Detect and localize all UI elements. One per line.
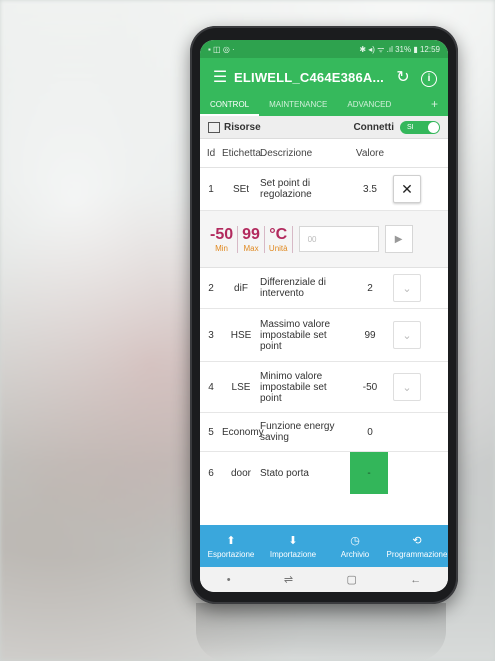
sync-icon: ⟲ xyxy=(412,534,422,547)
tab-maintenance[interactable]: MAINTENANCE xyxy=(259,100,337,116)
setpoint-input[interactable]: 00 xyxy=(298,226,379,252)
row-label: door xyxy=(230,467,251,479)
row-id: 5 xyxy=(208,426,214,438)
bottom-navigation: ⬆ Esportazione ⬇ Importazione ◷ Archivio… xyxy=(200,525,448,567)
book-icon xyxy=(208,121,220,133)
clock-icon: ◷ xyxy=(350,534,360,547)
row-action: ✕ xyxy=(390,175,424,203)
export-icon: ⬆ xyxy=(226,534,236,547)
nav-import[interactable]: ⬇ Importazione xyxy=(262,525,324,567)
nav-programming-label: Programmazione xyxy=(386,549,448,559)
table-header: Id Etichetta Descrizione Valore xyxy=(200,139,448,168)
refresh-icon[interactable]: ↻ xyxy=(390,67,416,87)
device-title: ELIWELL_C464E386A... xyxy=(234,69,384,85)
table-row[interactable]: 3 HSE Massimo valore impostabile set poi… xyxy=(200,309,448,362)
tab-add[interactable]: + xyxy=(421,97,448,116)
row-action: ⌄ xyxy=(390,321,424,349)
home-icon[interactable]: ▢ xyxy=(347,573,357,586)
min-value: -50 xyxy=(210,225,234,243)
row-action: ⌄ xyxy=(390,274,424,302)
dot-icon[interactable]: • xyxy=(227,574,231,586)
row-id: 4 xyxy=(208,381,214,393)
table-row[interactable]: 1 SEt Set point di regolazione 3.5 ✕ xyxy=(200,168,448,211)
row-label: LSE xyxy=(231,381,251,393)
nav-import-label: Importazione xyxy=(269,549,317,559)
value-editor: -50 Min 99 Max °C Unità 00 ▶ xyxy=(200,211,448,268)
info-icon: i xyxy=(421,70,437,87)
row-value: 0 xyxy=(367,426,373,438)
row-label: diF xyxy=(234,282,248,294)
status-right-icons: ✱ ◂) ᯤ .ıl 31% ▮ 12:59 xyxy=(359,44,440,54)
tab-advanced[interactable]: ADVANCED xyxy=(337,100,401,116)
row-action: ⌄ xyxy=(390,373,424,401)
row-id: 2 xyxy=(208,282,214,294)
row-label: Economy xyxy=(222,426,264,438)
app-bar: ☰ ELIWELL_C464E386A... ↻ i xyxy=(200,58,448,96)
table-row[interactable]: 2 diF Differenziale di intervento 2 ⌄ xyxy=(200,268,448,309)
row-description: Stato porta xyxy=(260,467,309,479)
row-description: Differenziale di intervento xyxy=(260,277,326,299)
row-description: Funzione energy saving xyxy=(260,421,335,443)
chevron-down-icon[interactable]: ⌄ xyxy=(393,274,421,302)
status-left-icons: ▪ ◫ ◎ · xyxy=(208,44,235,54)
recent-apps-icon[interactable]: ⇌ xyxy=(284,573,293,586)
tab-control[interactable]: CONTROL xyxy=(200,100,260,116)
row-description: Minimo valore impostabile set point xyxy=(260,370,327,404)
phone-reflection xyxy=(196,603,446,661)
header-description: Descrizione xyxy=(260,147,313,159)
phone-frame: ▪ ◫ ◎ · ✱ ◂) ᯤ .ıl 31% ▮ 12:59 ☰ ELIWELL… xyxy=(190,26,458,604)
row-description: Set point di regolazione xyxy=(260,178,312,200)
table-row[interactable]: 6 door Stato porta - xyxy=(200,452,448,494)
row-value: 3.5 xyxy=(363,183,377,195)
send-icon[interactable]: ▶ xyxy=(384,225,413,253)
row-id: 6 xyxy=(208,467,214,479)
system-navigation: • ⇌ ▢ ← xyxy=(200,567,448,592)
unit-value: °C xyxy=(269,225,288,243)
connect-toggle[interactable]: SI xyxy=(400,120,440,134)
row-value: 2 xyxy=(367,282,373,294)
max-limit: 99 Max xyxy=(238,225,265,253)
door-status-value: - xyxy=(350,452,388,494)
header-id: Id xyxy=(206,147,216,159)
table-row[interactable]: 5 Economy Funzione energy saving 0 xyxy=(200,413,448,452)
min-label: Min xyxy=(215,243,228,253)
row-value: 99 xyxy=(364,329,376,341)
nav-export[interactable]: ⬆ Esportazione xyxy=(200,525,262,567)
connect-label: Connetti xyxy=(353,121,394,133)
max-label: Max xyxy=(243,243,259,253)
app-screen: ▪ ◫ ◎ · ✱ ◂) ᯤ .ıl 31% ▮ 12:59 ☰ ELIWELL… xyxy=(200,40,448,592)
nav-archive[interactable]: ◷ Archivio xyxy=(324,525,386,567)
unit-info: °C Unità xyxy=(265,225,293,253)
info-button[interactable]: i xyxy=(416,68,442,87)
row-description: Massimo valore impostabile set point xyxy=(260,318,331,352)
close-icon[interactable]: ✕ xyxy=(393,175,421,203)
nav-programming[interactable]: ⟲ Programmazione xyxy=(386,525,448,567)
import-icon: ⬇ xyxy=(288,534,298,547)
table-row[interactable]: 4 LSE Minimo valore impostabile set poin… xyxy=(200,362,448,413)
row-label: SEt xyxy=(232,183,250,195)
status-bar: ▪ ◫ ◎ · ✱ ◂) ᯤ .ıl 31% ▮ 12:59 xyxy=(200,40,448,58)
row-value: -50 xyxy=(362,381,378,393)
min-limit: -50 Min xyxy=(206,225,239,253)
resources-toolbar: Risorse Connetti SI xyxy=(200,116,448,139)
toggle-knob xyxy=(428,121,439,133)
row-id: 3 xyxy=(208,329,214,341)
tab-bar: CONTROL MAINTENANCE ADVANCED + xyxy=(200,96,448,116)
chevron-down-icon[interactable]: ⌄ xyxy=(393,321,421,349)
nav-export-label: Esportazione xyxy=(207,549,255,559)
menu-icon[interactable]: ☰ xyxy=(206,67,234,87)
row-label: HSE xyxy=(230,329,252,341)
back-icon[interactable]: ← xyxy=(410,574,421,586)
header-value: Valore xyxy=(355,147,385,159)
row-id: 1 xyxy=(208,183,214,195)
chevron-down-icon[interactable]: ⌄ xyxy=(393,373,421,401)
toggle-label: SI xyxy=(407,123,414,131)
resources-label[interactable]: Risorse xyxy=(224,122,353,133)
max-value: 99 xyxy=(242,225,260,243)
unit-label: Unità xyxy=(268,243,288,253)
nav-archive-label: Archivio xyxy=(340,549,370,559)
header-label: Etichetta xyxy=(222,147,261,159)
